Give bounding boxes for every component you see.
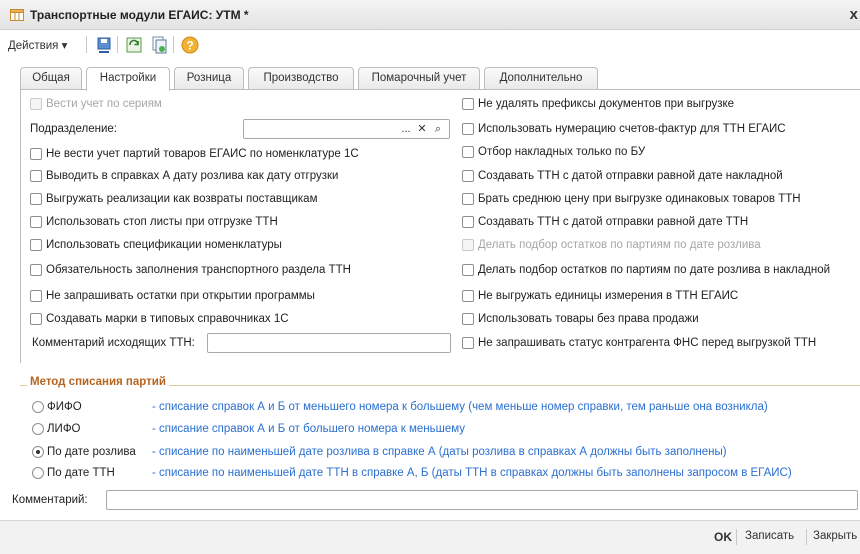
toolbar-separator	[173, 36, 174, 53]
left-option-checkbox[interactable]: Не запрашивать остатки при открытии прог…	[30, 290, 315, 302]
right-option-checkbox[interactable]: Использовать товары без права продажи	[462, 313, 699, 325]
svg-text:?: ?	[186, 39, 193, 53]
tab-mark-accounting[interactable]: Помарочный учет	[358, 67, 480, 90]
radio-lifo[interactable]: ЛИФО	[32, 423, 81, 435]
toolbar-separator	[117, 36, 118, 53]
right-option-checkbox[interactable]: Использовать нумерацию счетов-фактур для…	[462, 123, 786, 135]
window-title: Транспортные модули ЕГАИС: УТМ *	[30, 8, 249, 22]
copy-icon[interactable]	[149, 35, 169, 55]
outgoing-comment-input[interactable]	[207, 333, 451, 353]
comment-input[interactable]	[106, 490, 858, 510]
radio-bottling-date[interactable]: По дате розлива	[32, 446, 136, 458]
close-button[interactable]: Закрыть	[813, 530, 857, 542]
checkbox-box	[30, 98, 42, 110]
toolbar: Действия ▾ ?	[0, 30, 860, 59]
right-option-checkbox[interactable]: Не запрашивать статус контрагента ФНС пе…	[462, 337, 816, 349]
left-option-checkbox[interactable]: Создавать марки в типовых справочниках 1…	[30, 313, 289, 325]
tab-production[interactable]: Производство	[248, 67, 354, 90]
help-icon[interactable]: ?	[180, 35, 200, 55]
tab-retail[interactable]: Розница	[174, 67, 244, 90]
footer-separator	[736, 529, 737, 545]
radio-fifo[interactable]: ФИФО	[32, 401, 82, 413]
save-close-icon[interactable]	[94, 35, 114, 55]
right-option-checkbox[interactable]: Создавать ТТН с датой отправки равной да…	[462, 216, 748, 228]
outgoing-comment-label: Комментарий исходящих ТТН:	[32, 337, 195, 349]
toolbar-separator	[86, 36, 87, 53]
series-accounting-checkbox[interactable]: Вести учет по сериям	[30, 98, 162, 110]
ttn-date-description: - списание по наименьшей дате ТТН в спра…	[152, 467, 792, 479]
right-option-checkbox[interactable]: Делать подбор остатков по партиям по дат…	[462, 239, 761, 251]
select-button[interactable]: ...	[399, 121, 413, 137]
left-option-checkbox[interactable]: Использовать стоп листы при отгрузке ТТН	[30, 216, 278, 228]
fifo-description: - списание справок А и Б от меньшего ном…	[152, 401, 768, 413]
right-option-checkbox[interactable]: Не удалять префиксы документов при выгру…	[462, 98, 734, 110]
division-input[interactable]: ... ✕ ⌕	[243, 119, 450, 139]
radio-ttn-date[interactable]: По дате ТТН	[32, 467, 115, 479]
left-option-checkbox[interactable]: Не вести учет партий товаров ЕГАИС по но…	[30, 148, 359, 160]
right-option-checkbox[interactable]: Отбор накладных только по БУ	[462, 146, 645, 158]
division-label: Подразделение:	[30, 123, 117, 135]
clear-icon[interactable]: ✕	[415, 121, 429, 137]
title-bar: Транспортные модули ЕГАИС: УТМ * x	[0, 0, 860, 30]
right-option-checkbox[interactable]: Делать подбор остатков по партиям по дат…	[462, 264, 830, 276]
left-option-checkbox[interactable]: Использовать спецификации номенклатуры	[30, 239, 282, 251]
left-option-checkbox[interactable]: Обязательность заполнения транспортного …	[30, 264, 351, 276]
ok-button[interactable]: OK	[714, 530, 732, 544]
right-option-checkbox[interactable]: Не выгружать единицы измерения в ТТН ЕГА…	[462, 290, 738, 302]
search-icon[interactable]: ⌕	[431, 121, 445, 137]
footer-bar: OK Записать Закрыть	[0, 520, 860, 554]
refresh-icon[interactable]	[124, 35, 144, 55]
footer-separator	[806, 529, 807, 545]
table-icon	[10, 9, 24, 24]
write-off-method-title: Метод списания партий	[27, 376, 169, 388]
left-option-checkbox[interactable]: Выгружать реализации как возвраты постав…	[30, 193, 317, 205]
tab-general[interactable]: Общая	[20, 67, 82, 90]
comment-label: Комментарий:	[12, 494, 88, 506]
right-option-checkbox[interactable]: Брать среднюю цену при выгрузке одинаков…	[462, 193, 801, 205]
save-button[interactable]: Записать	[745, 530, 794, 542]
tab-settings[interactable]: Настройки	[86, 67, 170, 91]
left-option-checkbox[interactable]: Выводить в справках А дату розлива как д…	[30, 170, 338, 182]
right-option-checkbox[interactable]: Создавать ТТН с датой отправки равной да…	[462, 170, 783, 182]
lifo-description: - списание справок А и Б от большего ном…	[152, 423, 466, 435]
close-window-button[interactable]: x	[850, 6, 858, 23]
actions-menu-button[interactable]: Действия ▾	[8, 38, 67, 52]
tab-additional[interactable]: Дополнительно	[484, 67, 598, 90]
bottling-date-description: - списание по наименьшей дате розлива в …	[152, 446, 727, 458]
